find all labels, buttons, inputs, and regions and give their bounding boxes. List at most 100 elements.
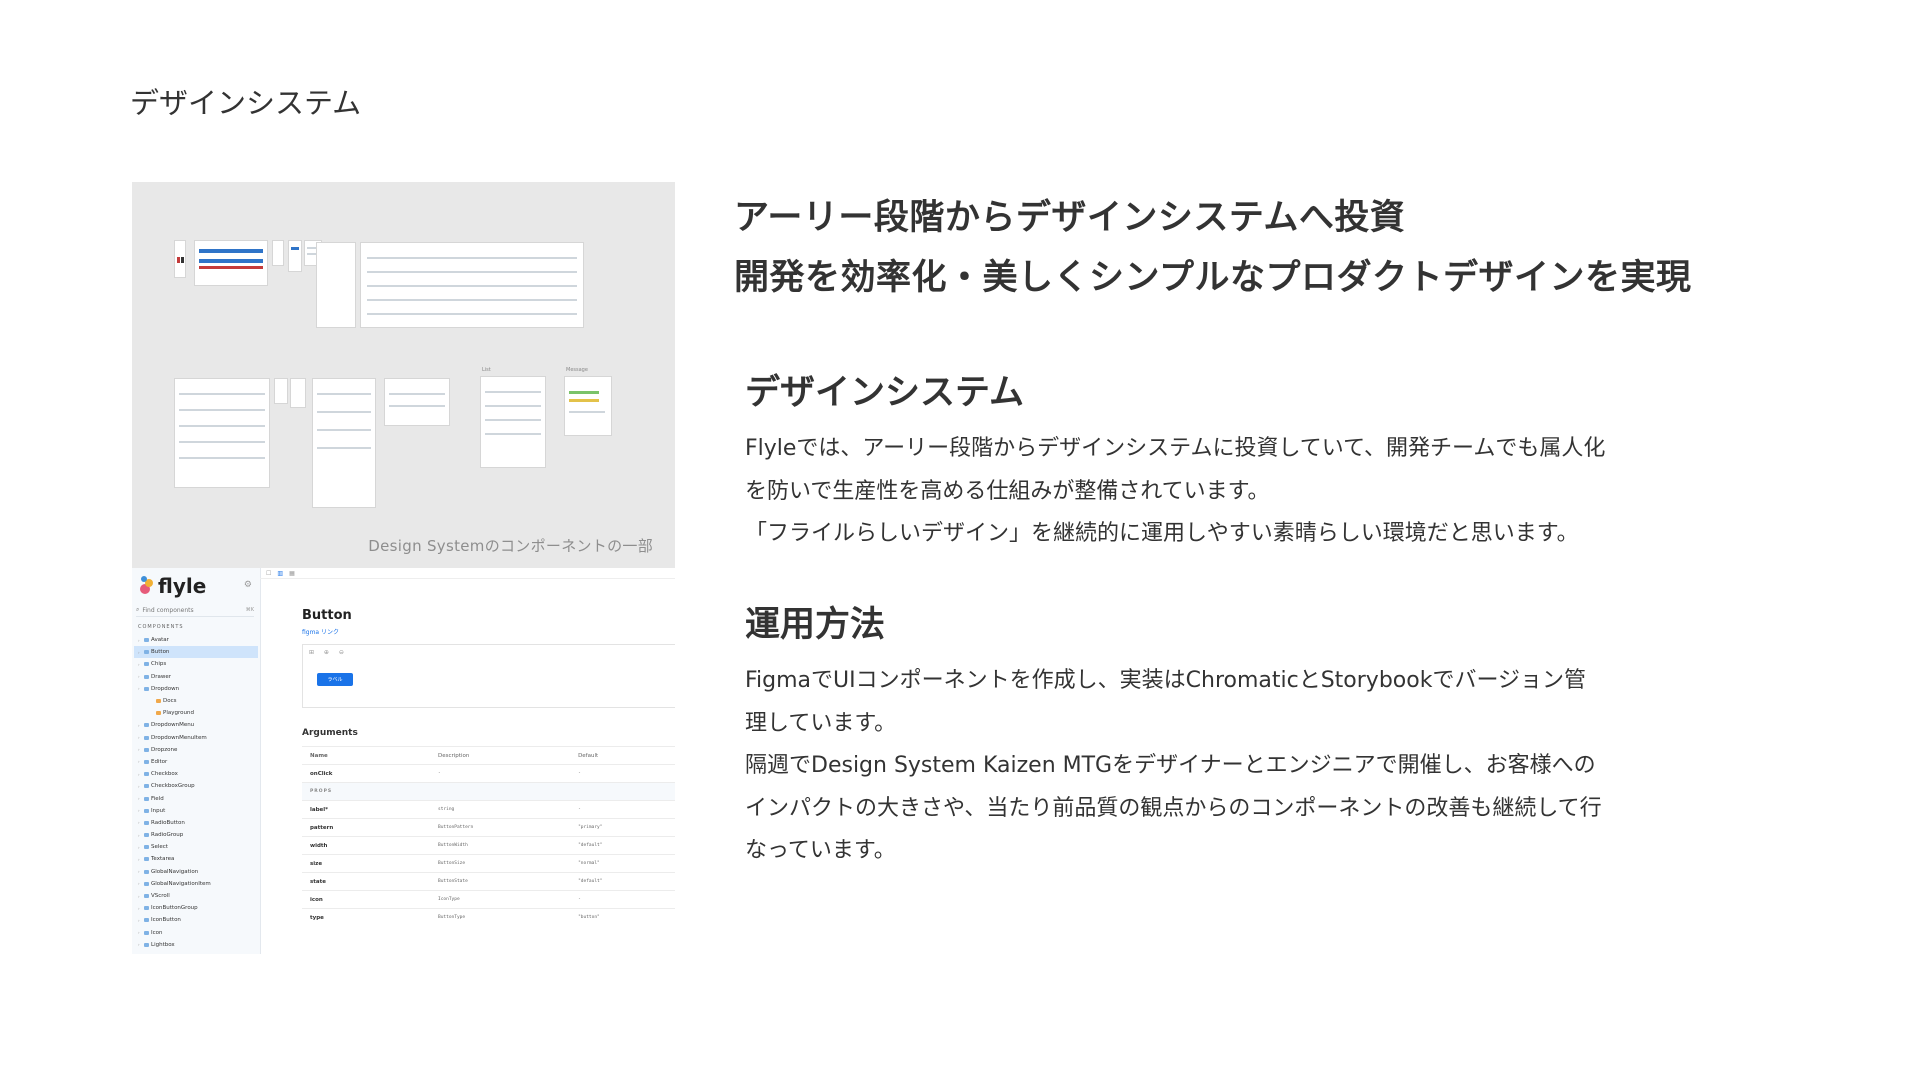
section-title-operation: 運用方法 xyxy=(745,605,886,645)
figma-frame-label-message: Message xyxy=(566,367,588,373)
component-icon xyxy=(144,881,149,886)
tree-item[interactable]: › IconButton xyxy=(134,914,258,926)
tree-caret-icon: › xyxy=(138,820,140,826)
tree-item[interactable]: › CheckboxGroup xyxy=(134,780,258,792)
args-cell-def: "primary" xyxy=(570,818,675,837)
storybook-toolbar: ☐ ▥ ▦ xyxy=(260,568,675,579)
tree-item-label: Checkbox xyxy=(151,771,178,778)
args-cell-desc: string xyxy=(430,800,571,819)
component-tree: › Avatar › Button › Chips › Drawer › Dropdown Docs… xyxy=(134,634,258,951)
args-cell-desc: ButtonPattern xyxy=(430,818,571,837)
args-cell-name: onClick xyxy=(302,764,430,783)
component-icon xyxy=(144,735,149,740)
toolbar-zoom-icon[interactable]: ☐ xyxy=(266,570,271,577)
sidebar-section-components: COMPONENTS xyxy=(138,624,184,630)
figma-caption: Design Systemのコンポーネントの一部 xyxy=(368,537,653,555)
tree-caret-icon: › xyxy=(138,771,140,777)
tree-item[interactable]: › Editor xyxy=(134,756,258,768)
tree-item[interactable]: › Chips xyxy=(134,658,258,670)
tree-item-label: GlobalNavigation xyxy=(151,868,199,875)
args-cell-def: - xyxy=(570,800,675,819)
tree-item[interactable]: Playground xyxy=(134,707,258,719)
search-input[interactable]: ⌕ Find components ⌘K xyxy=(136,604,254,617)
component-icon xyxy=(144,662,149,667)
tree-caret-icon: › xyxy=(138,856,140,862)
tree-item[interactable]: › Dropzone xyxy=(134,744,258,756)
tree-item-label: IconButton xyxy=(151,917,181,924)
tree-item[interactable]: › RadioGroup xyxy=(134,829,258,841)
tree-item[interactable]: › VScroll xyxy=(134,890,258,902)
figma-link[interactable]: figma リンク xyxy=(302,627,675,636)
component-icon xyxy=(144,638,149,643)
tree-item[interactable]: › Textarea xyxy=(134,853,258,865)
headline-line-1: アーリー段階からデザインシステムへ投資 xyxy=(734,198,1406,238)
settings-gear-icon[interactable]: ⚙ xyxy=(244,580,252,590)
tree-caret-icon: › xyxy=(138,674,140,680)
component-icon xyxy=(144,869,149,874)
component-icon xyxy=(144,820,149,825)
args-cell-name: label* xyxy=(302,800,430,819)
tree-item[interactable]: › GlobalNavigationItem xyxy=(134,878,258,890)
tree-item[interactable]: › Drawer xyxy=(134,671,258,683)
figma-frame-checkbox xyxy=(288,240,302,272)
tree-item[interactable]: Docs xyxy=(134,695,258,707)
tree-item-label: DropdownMenu xyxy=(151,722,195,729)
tree-item-label: Dropdown xyxy=(151,685,180,692)
tree-caret-icon: › xyxy=(138,747,140,753)
tree-item[interactable]: › Field xyxy=(134,792,258,804)
tree-item[interactable]: › Dropdown xyxy=(134,683,258,695)
component-icon xyxy=(144,833,149,838)
component-icon xyxy=(144,674,149,679)
args-cell-desc: ButtonType xyxy=(430,908,571,926)
args-col-description: Description xyxy=(430,746,571,765)
toolbar-grid-icon[interactable]: ▥ xyxy=(277,570,283,577)
args-cell-desc: - xyxy=(430,764,571,783)
section-body-design-system: Flyleでは、アーリー段階からデザインシステムに投資していて、開発チームでも属… xyxy=(745,428,1775,556)
tree-item[interactable]: › RadioButton xyxy=(134,817,258,829)
headline: アーリー段階からデザインシステムへ投資 開発を効率化・美しくシンプルなプロダクト… xyxy=(734,188,1691,308)
preview-button[interactable]: ラベル xyxy=(317,673,353,686)
tree-item[interactable]: › Select xyxy=(134,841,258,853)
tree-item[interactable]: › Checkbox xyxy=(134,768,258,780)
component-title: Button xyxy=(302,608,352,623)
arguments-table: Name Description Default onClick - - PROPS l… xyxy=(302,746,675,926)
tree-caret-icon: › xyxy=(138,832,140,838)
tree-item[interactable]: › Lightbox xyxy=(134,939,258,951)
tree-item[interactable]: › Icon xyxy=(134,927,258,939)
tree-caret-icon: › xyxy=(138,783,140,789)
body-line: 隔週でDesign System Kaizen MTGをデザイナーとエンジニアで… xyxy=(745,753,1596,778)
tree-item[interactable]: › Avatar xyxy=(134,634,258,646)
tree-item-label: Dropzone xyxy=(151,746,178,753)
tree-item[interactable]: › DropdownMenuItem xyxy=(134,732,258,744)
storybook-logo: flyle xyxy=(140,574,206,598)
tree-item[interactable]: › GlobalNavigation xyxy=(134,866,258,878)
preview-tools[interactable]: ⊞ ⊕ ⊖ xyxy=(309,649,348,656)
args-cell-def: "button" xyxy=(570,908,675,926)
args-cell-name: type xyxy=(302,908,430,926)
figma-frame-chips xyxy=(272,240,284,266)
args-cell-def: "default" xyxy=(570,872,675,891)
flyle-logo-icon xyxy=(140,576,154,596)
tree-caret-icon: › xyxy=(138,796,140,802)
search-icon: ⌕ xyxy=(136,606,140,613)
tree-item-active[interactable]: › Button xyxy=(134,646,258,659)
args-cell-name: size xyxy=(302,854,430,873)
tree-item[interactable]: › Input xyxy=(134,805,258,817)
component-icon xyxy=(144,784,149,789)
args-col-default: Default xyxy=(570,746,675,765)
storybook-sidebar: flyle ⚙ ⌕ Find components ⌘K COMPONENTS … xyxy=(132,568,261,954)
figma-frame-list xyxy=(480,376,546,468)
tree-item[interactable]: › DropdownMenu xyxy=(134,719,258,731)
tree-caret-icon: › xyxy=(138,917,140,923)
slide-title: デザインシステム xyxy=(130,86,362,120)
tree-item-label: DropdownMenuItem xyxy=(151,734,207,741)
figma-frame-grid-large xyxy=(360,242,584,328)
tree-item[interactable]: › IconButtonGroup xyxy=(134,902,258,914)
search-placeholder: Find components xyxy=(142,606,194,614)
toolbar-layout-icon[interactable]: ▦ xyxy=(289,570,295,577)
tree-caret-icon: › xyxy=(138,637,140,643)
arguments-header-row: Name Description Default xyxy=(302,746,675,765)
tree-item-label: Playground xyxy=(163,710,194,717)
figma-frame-layout xyxy=(316,242,356,328)
tree-caret-icon: › xyxy=(138,722,140,728)
